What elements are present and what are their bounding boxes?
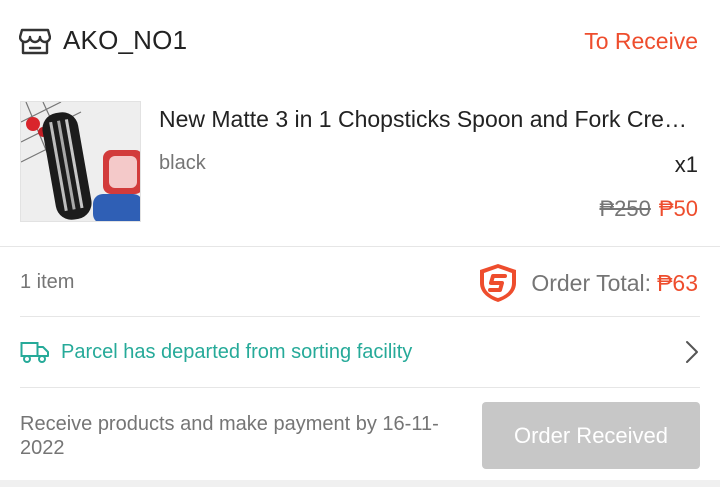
order-status: To Receive: [584, 28, 698, 54]
order-footer: Receive products and make payment by 16-…: [0, 388, 720, 478]
shop-name[interactable]: AKO_NO1: [63, 25, 187, 56]
truck-icon: [20, 340, 50, 364]
chevron-right-icon[interactable]: [684, 339, 700, 365]
product-item[interactable]: New Matte 3 in 1 Chopsticks Spoon and Fo…: [0, 86, 720, 246]
shop-header[interactable]: AKO_NO1 To Receive: [0, 0, 720, 86]
tracking-row[interactable]: Parcel has departed from sorting facilit…: [0, 317, 720, 387]
order-total-row: 1 item Order Total: ₱63: [0, 247, 720, 316]
payment-deadline: Receive products and make payment by 16-…: [20, 413, 439, 459]
current-price: ₱50: [658, 196, 698, 221]
order-total: Order Total: ₱63: [477, 263, 698, 303]
section-separator: [0, 480, 720, 487]
original-price: ₱250: [599, 196, 651, 221]
price-row: ₱250 ₱50: [599, 196, 698, 222]
item-count: 1 item: [20, 271, 75, 293]
tracking-status[interactable]: Parcel has departed from sorting facilit…: [61, 341, 412, 364]
product-variant: black: [159, 152, 206, 174]
order-received-button[interactable]: Order Received: [482, 402, 700, 469]
product-quantity: x1: [674, 152, 698, 177]
product-thumbnail[interactable]: [20, 101, 141, 222]
store-icon: [18, 26, 52, 56]
product-title[interactable]: New Matte 3 in 1 Chopsticks Spoon and Fo…: [159, 106, 699, 133]
total-value: ₱63: [657, 269, 698, 296]
total-label: Order Total:: [531, 269, 652, 296]
shield-guarantee-icon: [477, 263, 519, 303]
